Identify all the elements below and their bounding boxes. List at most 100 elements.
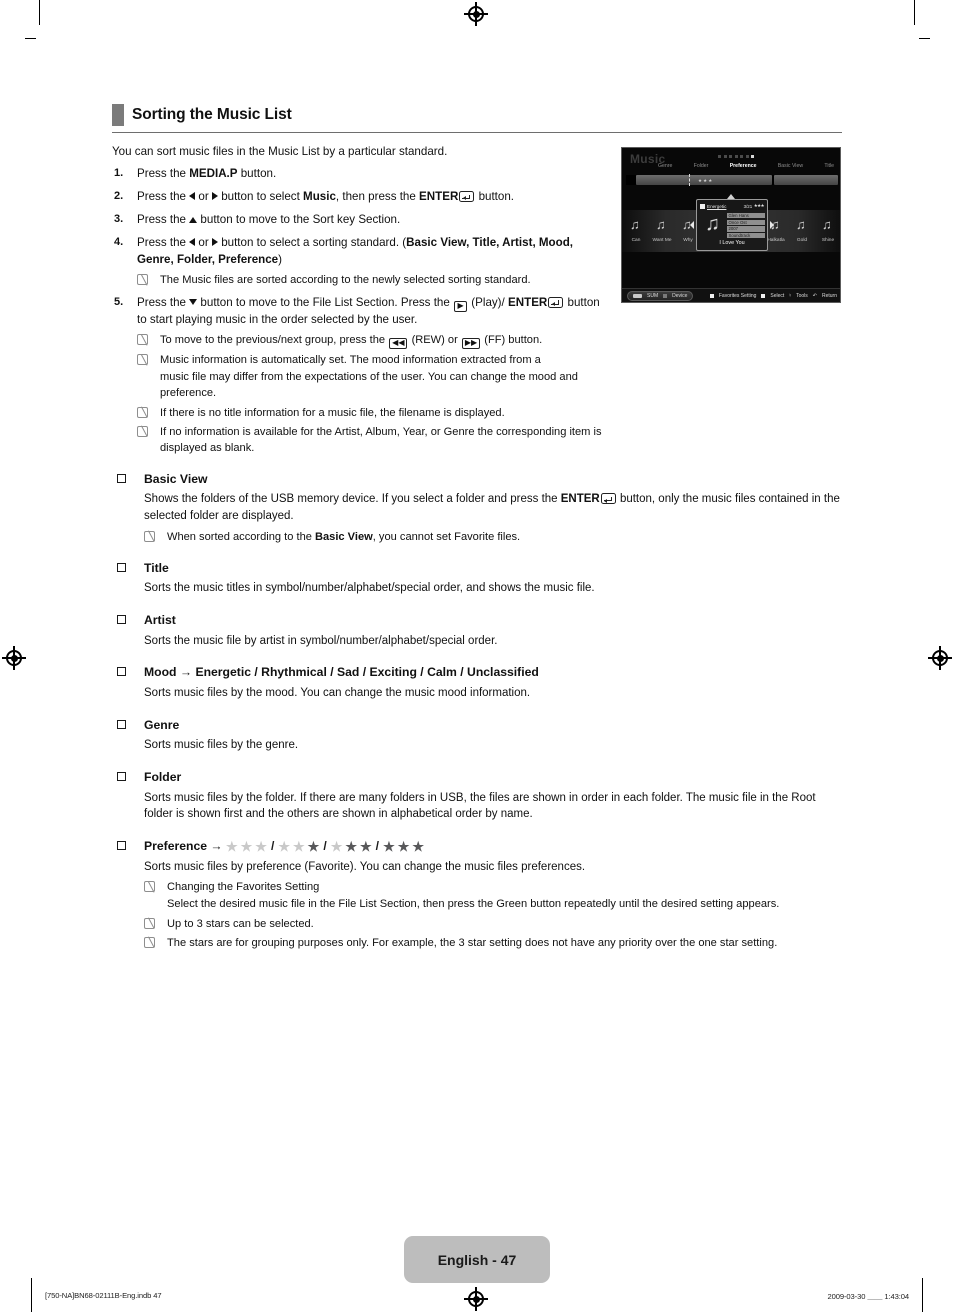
tv-sort-nav-item[interactable]: Preference xyxy=(730,163,757,169)
definition-section: Title Sorts the music titles in symbol/nu… xyxy=(112,561,842,597)
star-rating-group: ★ ★ ★ xyxy=(331,840,372,853)
step-item: 5. Press the button to move to the File L… xyxy=(112,295,612,456)
step-text: Press the button to move to the Sort key… xyxy=(137,213,400,226)
definition-section: Basic View Shows the folders of the USB m… xyxy=(112,472,842,545)
tv-music-note-icon[interactable]: ♫ xyxy=(796,218,806,231)
tv-page-dot xyxy=(729,155,732,158)
square-bullet-icon xyxy=(117,667,126,677)
emphasis-text: ENTER xyxy=(508,295,548,309)
page-title-text: Sorting the Music List xyxy=(132,106,292,124)
tv-footer-return: Return xyxy=(821,292,837,299)
definition-heading: Mood → Energetic / Rhythmical / Sad / Ex… xyxy=(112,665,842,680)
definition-section: Folder Sorts music files by the folder. I… xyxy=(112,770,842,823)
step-item: 3. Press the button to move to the Sort k… xyxy=(112,212,612,229)
return-icon: ↶ xyxy=(812,292,817,299)
square-bullet-icon xyxy=(117,473,126,483)
note-continuation: Select the desired music file in the Fil… xyxy=(167,898,780,911)
tv-footer-sum: SUM xyxy=(647,292,659,299)
emphasis-text: Music xyxy=(303,190,336,204)
steps-list: 1. Press the MEDIA.P button. 2. Press the o… xyxy=(112,166,612,455)
square-bullet-icon xyxy=(117,562,126,572)
star-empty-icon: ★ xyxy=(278,839,290,855)
star-empty-icon: ★ xyxy=(240,839,253,855)
definition-heading-text: Artist xyxy=(144,613,176,628)
square-bullet-icon xyxy=(117,615,126,625)
intro-paragraph: You can sort music files in the Music Li… xyxy=(112,145,448,158)
device-square-icon xyxy=(663,293,668,298)
footer-rule-right xyxy=(922,1278,923,1312)
definition-heading: Preference → ★ ★ ★ / ★ ★ ★ / ★ ★ ★ / ★ ★ ★ xyxy=(112,839,842,854)
tv-page-dot xyxy=(745,155,749,158)
tv-panel-metadata-row: Soundtrack xyxy=(727,232,765,239)
text-run: Up to 3 stars can be selected. xyxy=(167,917,314,930)
tv-footer-right: Favorites Setting Select ♮ Tools ↶ Retur… xyxy=(709,292,837,299)
text-run: The stars are for grouping purposes only… xyxy=(167,936,778,949)
title-divider xyxy=(112,132,842,133)
text-run: Press the xyxy=(137,213,190,227)
text-run: or xyxy=(195,190,212,204)
tv-panel-stars: ★★★ xyxy=(753,203,765,208)
definition-body: Shows the folders of the USB memory devi… xyxy=(112,491,842,524)
rewind-key-icon: ◀◀ xyxy=(389,338,408,350)
text-run: button. xyxy=(475,190,515,204)
star-filled-icon: ★ xyxy=(307,839,320,855)
text-run: Press the xyxy=(137,190,190,204)
note-list: When sorted according to the Basic View,… xyxy=(112,529,842,545)
text-run: (FF) button. xyxy=(481,334,543,347)
star-filled-icon: ★ xyxy=(383,839,395,855)
footer-timestamp: 2009-03-30 ＿＿ 1:43:04 xyxy=(827,1292,910,1301)
square-bullet-icon xyxy=(117,841,126,851)
tv-next-arrow-icon xyxy=(770,221,774,229)
definition-section: Preference → ★ ★ ★ / ★ ★ ★ / ★ ★ ★ / ★ ★ ★ Sorts music … xyxy=(112,839,842,951)
definition-section: Genre Sorts music files by the genre. xyxy=(112,718,842,754)
note-item: If there is no title information for a m… xyxy=(137,405,612,421)
note-pencil-icon xyxy=(137,354,148,366)
tv-sort-nav-item[interactable]: Genre xyxy=(658,163,672,169)
text-run: Sorts the music titles in symbol/number/… xyxy=(144,582,595,595)
tv-sort-nav-item[interactable]: Folder xyxy=(694,163,709,169)
note-item: Up to 3 stars can be selected. xyxy=(144,916,842,932)
tv-music-note-icon[interactable]: ♫ xyxy=(630,218,640,231)
note-list: The Music files are sorted according to … xyxy=(137,272,612,288)
footer-file-name: [750-NA]BN68-02111B-Eng.indb 47 xyxy=(45,1291,162,1300)
tv-sort-nav-item[interactable]: Basic View xyxy=(778,163,803,169)
text-run: Sorts music files by preference (Favorit… xyxy=(144,860,586,873)
note-item: When sorted according to the Basic View,… xyxy=(144,529,842,545)
tv-panel-count: 3/21 xyxy=(743,203,753,209)
text-run: Press the xyxy=(137,295,190,309)
tv-footer-bar: SUM Device Favorites Setting Select ♮ To… xyxy=(622,288,840,302)
text-run: Shows the folders of the USB memory devi… xyxy=(144,493,561,506)
star-empty-icon: ★ xyxy=(255,839,267,855)
enter-key-icon xyxy=(459,191,475,203)
text-run: If there is no title information for a m… xyxy=(160,406,505,419)
note-item: Changing the Favorites Setting xyxy=(144,879,842,895)
definition-heading: Artist xyxy=(112,613,842,628)
tv-page-dots xyxy=(718,155,754,158)
note-list: To move to the previous/next group, pres… xyxy=(137,332,612,455)
text-run: or xyxy=(195,235,212,249)
text-run: Music information is automatically set. … xyxy=(160,354,541,367)
star-empty-icon: ★ xyxy=(225,839,238,855)
tv-page-dot xyxy=(723,155,727,158)
instructions-column: You can sort music files in the Music Li… xyxy=(112,144,612,456)
definition-body: Sorts music files by the genre. xyxy=(112,737,842,754)
note-item: Music information is automatically set. … xyxy=(137,352,612,368)
tv-music-note-icon[interactable]: ♫ xyxy=(822,218,832,231)
definition-body: Sorts the music titles in symbol/number/… xyxy=(112,580,842,597)
tv-page-dot xyxy=(751,155,754,158)
note-pencil-icon xyxy=(144,881,155,893)
page-title: Sorting the Music List xyxy=(112,104,842,126)
tv-page-dot xyxy=(740,155,743,158)
tv-music-note-icon[interactable]: ♫ xyxy=(656,218,666,231)
text-run: button to move to the Sort key Section. xyxy=(197,213,401,227)
step-text: Press the or button to select a sorting … xyxy=(137,236,573,266)
tv-sort-nav-item[interactable]: Title xyxy=(824,163,834,169)
text-run: (REW) or xyxy=(408,334,461,347)
tv-footer-tools: Tools xyxy=(796,292,808,299)
note-pencil-icon xyxy=(144,936,155,948)
text-run: If no information is available for the A… xyxy=(160,425,602,454)
star-filled-icon: ★ xyxy=(360,839,372,855)
tv-panel-count-stars: 3/21 ★★★ xyxy=(743,203,765,209)
star-rating-group: ★ ★ ★ xyxy=(226,840,267,853)
select-button-icon xyxy=(761,293,766,298)
